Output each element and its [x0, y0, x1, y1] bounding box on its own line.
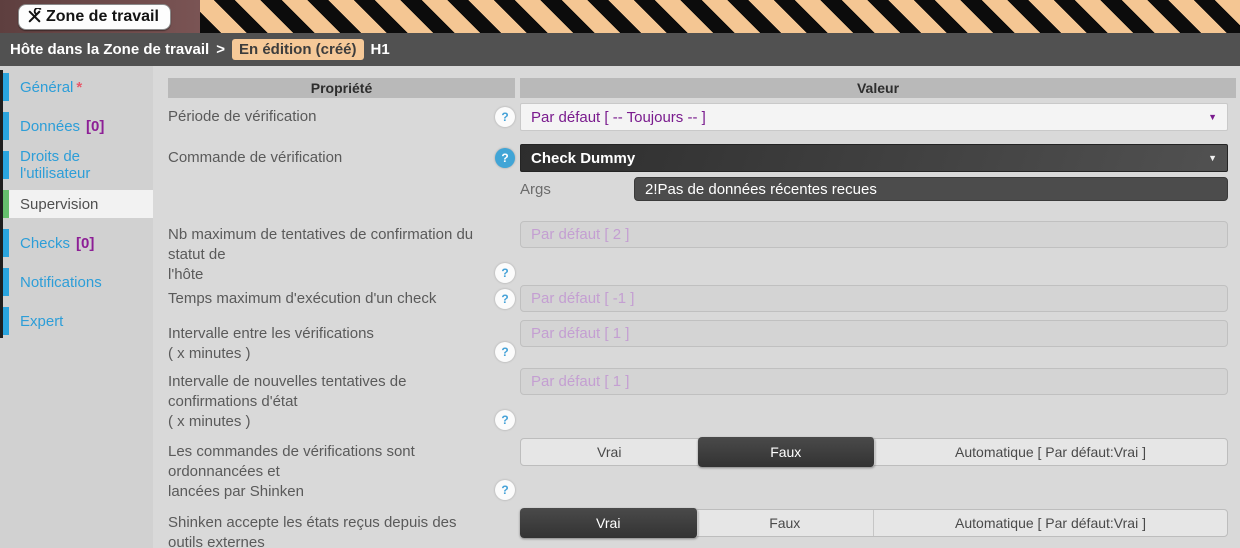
value-cell	[520, 285, 1236, 312]
chevron-down-icon: ▼	[1208, 112, 1217, 122]
table-row: Temps maximum d'exécution d'un check ?	[168, 285, 1236, 312]
property-label: Temps maximum d'exécution d'un check	[168, 285, 495, 312]
toggle-option-automatique[interactable]: Automatique [ Par défaut:Vrai ]	[874, 510, 1227, 536]
table-header: Propriété Valeur	[168, 78, 1236, 98]
required-asterisk: *	[76, 79, 82, 96]
property-cell: Nb maximum de tentatives de confirmation…	[168, 221, 515, 285]
property-label: Intervalle entre les vérifications ( x m…	[168, 320, 495, 364]
property-cell: Commande de vérification ?	[168, 144, 515, 201]
max-check-attempts-input[interactable]	[520, 221, 1228, 248]
args-row: Args	[520, 177, 1228, 201]
breadcrumb-path: Hôte dans la Zone de travail	[10, 41, 209, 58]
breadcrumb-separator: >	[216, 41, 225, 58]
sidebar-item-expert[interactable]: Expert	[3, 307, 153, 335]
toggle-option-faux[interactable]: Faux	[697, 510, 875, 536]
value-cell: Par défaut [ -- Toujours -- ] ▼	[520, 103, 1236, 131]
toggle-option-vrai[interactable]: Vrai	[521, 439, 699, 465]
help-icon[interactable]: ?	[495, 480, 515, 500]
check-timeout-input[interactable]	[520, 285, 1228, 312]
content-area: Général * Données [0] Droits de l'utilis…	[0, 66, 1240, 548]
top-banner: Zone de travail	[0, 0, 1240, 33]
tools-icon	[26, 8, 43, 25]
sidebar-item-checks[interactable]: Checks [0]	[3, 229, 153, 257]
workspace-button[interactable]: Zone de travail	[18, 4, 171, 30]
chevron-down-icon: ▼	[1208, 153, 1217, 163]
property-cell: Période de vérification ?	[168, 103, 515, 131]
help-icon[interactable]: ?	[495, 342, 515, 362]
table-row: Les commandes de vérifications sont ordo…	[168, 438, 1236, 502]
check-period-select[interactable]: Par défaut [ -- Toujours -- ] ▼	[520, 103, 1228, 131]
toggle-option-vrai[interactable]: Vrai	[520, 508, 698, 538]
args-label: Args	[520, 181, 634, 198]
sidebar-item-label: Expert	[20, 313, 63, 330]
property-cell: Les commandes de vérifications sont ordo…	[168, 438, 515, 502]
sidebar-item-label: Notifications	[20, 274, 102, 291]
property-label: Commande de vérification	[168, 144, 495, 201]
count-badge: [0]	[76, 235, 94, 252]
sidebar-item-donnees[interactable]: Données [0]	[3, 112, 153, 140]
property-label: Les commandes de vérifications sont ordo…	[168, 438, 495, 502]
banner-left-area: Zone de travail	[0, 0, 200, 33]
check-interval-input[interactable]	[520, 320, 1228, 347]
property-label: Shinken accepte les états reçus depuis d…	[168, 509, 495, 548]
passive-checks-toggle: Vrai Faux Automatique [ Par défaut:Vrai …	[520, 509, 1228, 537]
breadcrumb: Hôte dans la Zone de travail > En éditio…	[0, 33, 1240, 66]
supervision-form: Propriété Valeur Période de vérification…	[153, 66, 1240, 548]
sidebar: Général * Données [0] Droits de l'utilis…	[0, 66, 153, 548]
property-cell: Temps maximum d'exécution d'un check ?	[168, 285, 515, 312]
sidebar-item-label: Checks	[20, 235, 70, 252]
value-cell	[520, 368, 1236, 432]
property-label: Période de vérification	[168, 103, 495, 131]
sidebar-edge-strip	[0, 70, 3, 338]
table-row: Nb maximum de tentatives de confirmation…	[168, 221, 1236, 285]
value-cell	[520, 320, 1236, 364]
selected-option: Check Dummy	[531, 150, 635, 167]
property-cell: Intervalle entre les vérifications ( x m…	[168, 320, 515, 364]
table-row: Période de vérification ? Par défaut [ -…	[168, 103, 1236, 131]
property-cell: Intervalle de nouvelles tentatives de co…	[168, 368, 515, 432]
sidebar-item-general[interactable]: Général *	[3, 73, 153, 101]
help-icon[interactable]: ?	[495, 148, 515, 168]
column-header-value: Valeur	[520, 78, 1236, 98]
breadcrumb-item-name: H1	[371, 41, 390, 58]
toggle-option-automatique[interactable]: Automatique [ Par défaut:Vrai ]	[874, 439, 1227, 465]
property-label: Intervalle de nouvelles tentatives de co…	[168, 368, 495, 432]
sidebar-item-droits-utilisateur[interactable]: Droits de l'utilisateur	[3, 151, 153, 179]
sidebar-item-notifications[interactable]: Notifications	[3, 268, 153, 296]
help-icon[interactable]: ?	[495, 107, 515, 127]
workspace-button-label: Zone de travail	[46, 8, 159, 26]
column-header-property: Propriété	[168, 78, 515, 98]
value-cell	[520, 221, 1236, 285]
sidebar-item-label: Général	[20, 79, 73, 96]
help-icon[interactable]: ?	[495, 410, 515, 430]
host-edit-page: Zone de travail Hôte dans la Zone de tra…	[0, 0, 1240, 548]
sidebar-item-label: Supervision	[20, 196, 98, 213]
active-checks-toggle: Vrai Faux Automatique [ Par défaut:Vrai …	[520, 438, 1228, 466]
property-cell: Shinken accepte les états reçus depuis d…	[168, 509, 515, 548]
sidebar-item-label: Droits de l'utilisateur	[20, 148, 153, 182]
check-command-select[interactable]: Check Dummy ▼	[520, 144, 1228, 172]
table-row: Intervalle de nouvelles tentatives de co…	[168, 368, 1236, 432]
value-cell: Check Dummy ▼ Args	[520, 144, 1236, 201]
property-label: Nb maximum de tentatives de confirmation…	[168, 221, 495, 285]
toggle-option-faux[interactable]: Faux	[698, 437, 876, 467]
help-icon[interactable]: ?	[495, 289, 515, 309]
table-row: Shinken accepte les états reçus depuis d…	[168, 509, 1236, 548]
hazard-stripes	[200, 0, 1240, 33]
table-row: Intervalle entre les vérifications ( x m…	[168, 320, 1236, 364]
value-cell: Vrai Faux Automatique [ Par défaut:Vrai …	[520, 438, 1236, 502]
sidebar-item-label: Données	[20, 118, 80, 135]
retry-interval-input[interactable]	[520, 368, 1228, 395]
value-cell: Vrai Faux Automatique [ Par défaut:Vrai …	[520, 509, 1236, 548]
status-badge: En édition (créé)	[232, 39, 364, 60]
table-row: Commande de vérification ? Check Dummy ▼…	[168, 144, 1236, 201]
args-input[interactable]	[634, 177, 1228, 201]
selected-option: Par défaut [ -- Toujours -- ]	[531, 109, 706, 126]
count-badge: [0]	[86, 118, 104, 135]
help-icon[interactable]: ?	[495, 263, 515, 283]
sidebar-item-supervision[interactable]: Supervision	[3, 190, 153, 218]
